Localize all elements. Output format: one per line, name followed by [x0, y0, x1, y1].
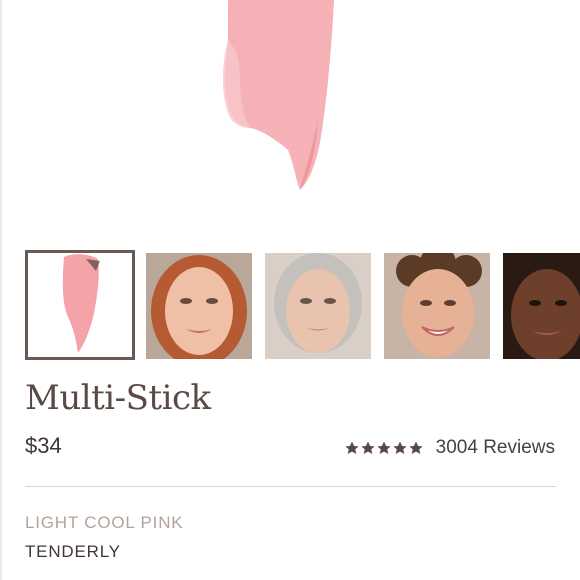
thumbnail-model-4[interactable] [503, 253, 580, 359]
thumbnail-swatch[interactable] [25, 250, 135, 360]
lipstick-swatch-image [222, 0, 334, 190]
swatch-thumbnail-image [28, 253, 132, 357]
star-icon [360, 441, 375, 454]
shade-family-label: LIGHT COOL PINK [25, 513, 184, 532]
thumbnail-model-1[interactable] [146, 253, 252, 359]
rating-summary[interactable]: 3004 Reviews [344, 437, 555, 459]
thumbnail-model-3[interactable] [384, 253, 490, 359]
model-photo [146, 253, 252, 359]
thumbnail-strip [0, 250, 580, 360]
product-hero-image [0, 0, 580, 240]
divider [25, 486, 556, 487]
star-icon [408, 441, 423, 454]
star-rating [344, 440, 424, 456]
thumbnail-model-2[interactable] [265, 253, 371, 359]
model-photo [503, 253, 580, 359]
product-title: Multi-Stick [25, 378, 211, 418]
star-icon [392, 441, 407, 454]
product-price: $34 [25, 433, 62, 458]
reviews-link[interactable]: 3004 Reviews [436, 437, 555, 459]
star-icon [376, 441, 391, 454]
star-icon [344, 441, 359, 454]
shade-name: TENDERLY [25, 542, 121, 561]
model-photo [384, 253, 490, 359]
model-photo [265, 253, 371, 359]
